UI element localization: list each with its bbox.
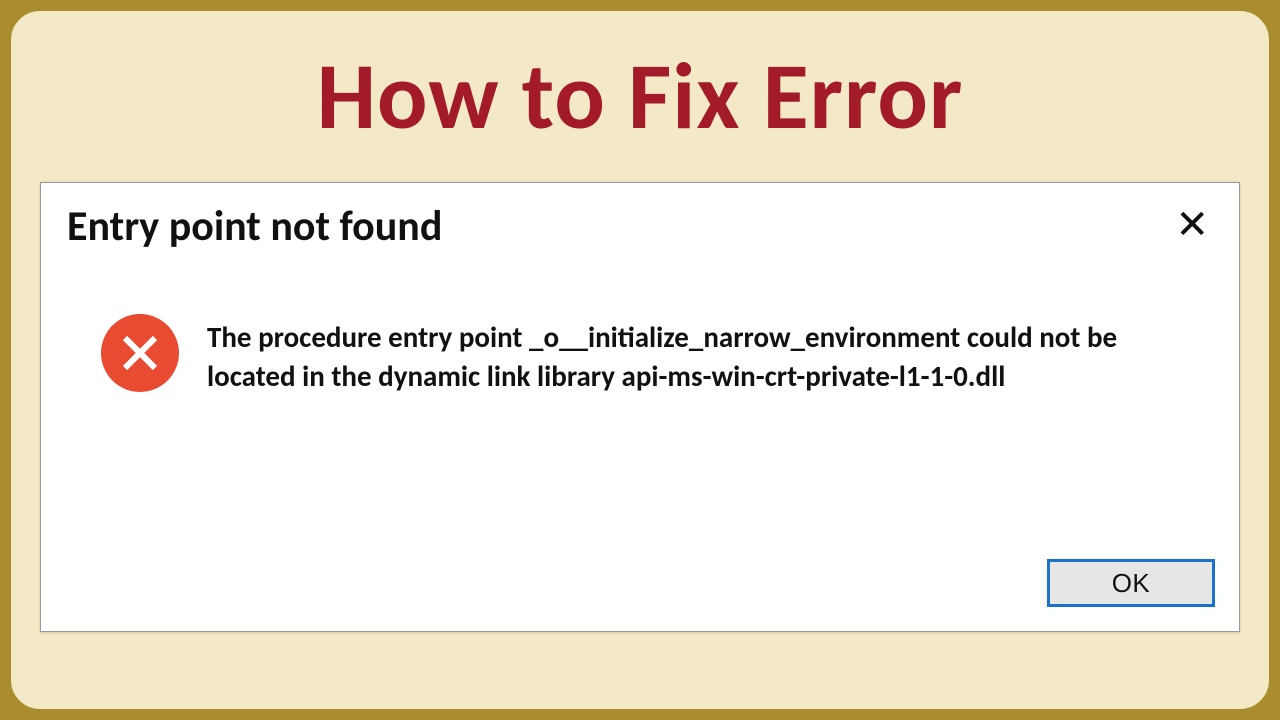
thumbnail-frame: How to Fix Error Entry point not found ✕… xyxy=(8,8,1272,712)
error-cross-icon xyxy=(101,314,179,392)
dialog-titlebar: Entry point not found ✕ xyxy=(41,183,1239,262)
dialog-message: The procedure entry point _o__initialize… xyxy=(207,312,1205,396)
page-title: How to Fix Error xyxy=(39,39,1241,154)
error-dialog: Entry point not found ✕ The procedure en… xyxy=(40,182,1240,632)
dialog-title: Entry point not found xyxy=(67,201,442,252)
dialog-footer: OK xyxy=(1047,559,1215,607)
dialog-body: The procedure entry point _o__initialize… xyxy=(41,262,1239,396)
ok-button[interactable]: OK xyxy=(1047,559,1215,607)
close-icon[interactable]: ✕ xyxy=(1175,205,1209,245)
